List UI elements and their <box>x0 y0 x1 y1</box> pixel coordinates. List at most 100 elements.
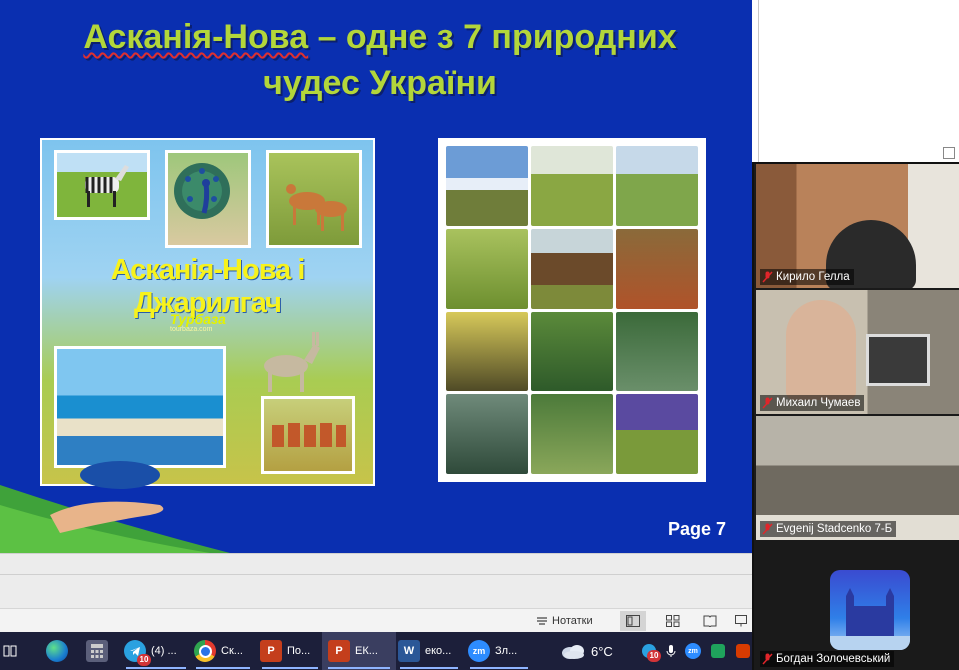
tray-telegram[interactable]: 10 <box>640 632 661 670</box>
participant-video <box>786 300 856 400</box>
participant-video-tile[interactable]: Evgenij Stadcenko 7-Б <box>756 416 959 540</box>
slideshow-icon <box>735 615 747 627</box>
taskbar-word[interactable]: W еко... <box>394 632 464 670</box>
slide-page-number: Page 7 <box>668 519 727 539</box>
participant-video-tile[interactable]: Кирило Гелла <box>756 164 959 288</box>
zoom-tray-icon: zm <box>685 643 701 659</box>
participant-video-tile[interactable]: Михаил Чумаев <box>756 290 959 414</box>
notes-button-label: Нотатки <box>552 615 593 627</box>
taskbar-zoom-label: Зл... <box>495 645 518 657</box>
turbaza-logo-url: tourbaza.com <box>170 326 213 333</box>
participant-name-tag: Михаил Чумаев <box>760 395 865 411</box>
taskbar-powerpoint-1-label: По... <box>287 645 311 657</box>
collage-cell <box>616 311 698 392</box>
collage-cell <box>616 394 698 474</box>
tray-app[interactable] <box>710 632 726 670</box>
donkey-photo <box>248 318 332 398</box>
edge-icon <box>46 640 68 662</box>
mic-muted-icon <box>762 653 773 665</box>
tray-office[interactable] <box>734 632 752 670</box>
zoom-icon: zm <box>468 640 490 662</box>
notes-divider <box>0 574 752 575</box>
scrollbar-thumb[interactable] <box>943 147 955 159</box>
collage-cell <box>531 394 613 474</box>
taskbar-chrome[interactable]: Ск... <box>190 632 256 670</box>
antelope-photo <box>266 150 362 248</box>
taskbar-calculator[interactable] <box>84 632 110 670</box>
turbaza-logo-text: Турбаза <box>170 311 226 327</box>
turbaza-logo: Турбаза tourbaza.com <box>170 312 240 338</box>
slide-title-part2: – одне з 7 природних <box>308 18 677 56</box>
collage-cell <box>531 311 613 392</box>
taskbar-powerpoint-2[interactable]: P ЕК... <box>322 632 396 670</box>
taskbar-powerpoint-2-label: ЕК... <box>355 645 378 657</box>
chrome-icon <box>194 640 216 662</box>
tray-zoom[interactable]: zm <box>684 632 702 670</box>
hand-globe-decoration <box>0 461 230 553</box>
participant-name-tag: Богдан Золочевський <box>760 651 895 667</box>
telegram-icon: 10 <box>124 640 151 666</box>
participant-avatar-tile[interactable]: Богдан Золочевський <box>756 542 959 670</box>
weather-widget[interactable]: 6°C <box>560 632 620 670</box>
telegram-tray-icon: 10 <box>642 644 661 662</box>
taskbar-telegram-label: (4) ... <box>151 645 177 657</box>
collage-cell <box>446 228 528 309</box>
participant-avatar <box>830 570 910 650</box>
collage-cell <box>446 394 528 474</box>
slideshow-view-button[interactable] <box>730 611 752 631</box>
collage-cell <box>446 146 528 226</box>
participant-name: Богдан Золочевський <box>776 653 891 665</box>
askania-collage-image: Асканія-Нова і Джарилгач Турбаза tourbaz… <box>40 138 375 486</box>
tray-microphone[interactable] <box>664 632 678 670</box>
status-bar: Нотатки <box>0 608 752 633</box>
task-view-button[interactable] <box>0 632 20 670</box>
participant-name: Михаил Чумаев <box>776 397 861 409</box>
tray-badge: 10 <box>647 650 661 662</box>
normal-view-button[interactable] <box>620 611 646 631</box>
beach-photo <box>54 346 226 468</box>
slide-title-part1: Асканія-Нова <box>83 18 309 56</box>
peacock-photo <box>165 150 251 248</box>
normal-view-icon <box>626 615 640 627</box>
pane-divider[interactable] <box>758 0 759 165</box>
collage-cell <box>531 146 613 226</box>
collage-cell <box>616 146 698 226</box>
reading-view-button[interactable] <box>697 611 723 631</box>
slide-sorter-icon <box>666 615 680 627</box>
slide-title-line2: чудес України <box>263 64 497 102</box>
calculator-icon <box>86 640 108 662</box>
powerpoint-icon: P <box>260 640 282 662</box>
participant-name: Кирило Гелла <box>776 271 850 283</box>
mic-muted-icon <box>762 397 773 409</box>
zebra-photo <box>54 150 150 220</box>
telegram-unread-badge: 10 <box>137 654 151 666</box>
notes-button[interactable]: Нотатки <box>536 611 593 631</box>
word-icon: W <box>398 640 420 662</box>
notes-pane[interactable] <box>0 553 752 609</box>
powerpoint-icon: P <box>328 640 350 662</box>
tv-in-background <box>866 334 930 386</box>
mic-muted-icon <box>762 271 773 283</box>
office-tray-icon <box>736 644 750 658</box>
taskbar-telegram[interactable]: 10 (4) ... <box>120 632 192 670</box>
slide-sorter-view-button[interactable] <box>660 611 686 631</box>
presentation-slide[interactable]: Асканія-Нова – одне з 7 природних чудес … <box>0 0 752 553</box>
reading-view-icon <box>703 615 717 627</box>
task-view-icon <box>3 645 17 657</box>
taskbar-powerpoint-1[interactable]: P По... <box>256 632 324 670</box>
taskbar-word-label: еко... <box>425 645 452 657</box>
participant-name: Evgenij Stadcenko 7-Б <box>776 523 893 535</box>
windows-taskbar: 10 (4) ... Ск... P По... P ЕК... W еко..… <box>0 632 752 670</box>
taskbar-zoom[interactable]: zm Зл... <box>464 632 534 670</box>
green-app-icon <box>711 644 725 658</box>
collage-cell <box>446 311 528 392</box>
collage-cell <box>616 228 698 309</box>
weather-temperature: 6°C <box>591 643 613 659</box>
microphone-icon <box>666 645 676 657</box>
slide-canvas-margin <box>752 0 959 165</box>
participant-name-tag: Evgenij Stadcenko 7-Б <box>760 521 897 537</box>
taskbar-chrome-label: Ск... <box>221 645 243 657</box>
taskbar-edge[interactable] <box>40 632 74 670</box>
notes-icon <box>537 617 547 625</box>
participant-name-tag: Кирило Гелла <box>760 269 854 285</box>
